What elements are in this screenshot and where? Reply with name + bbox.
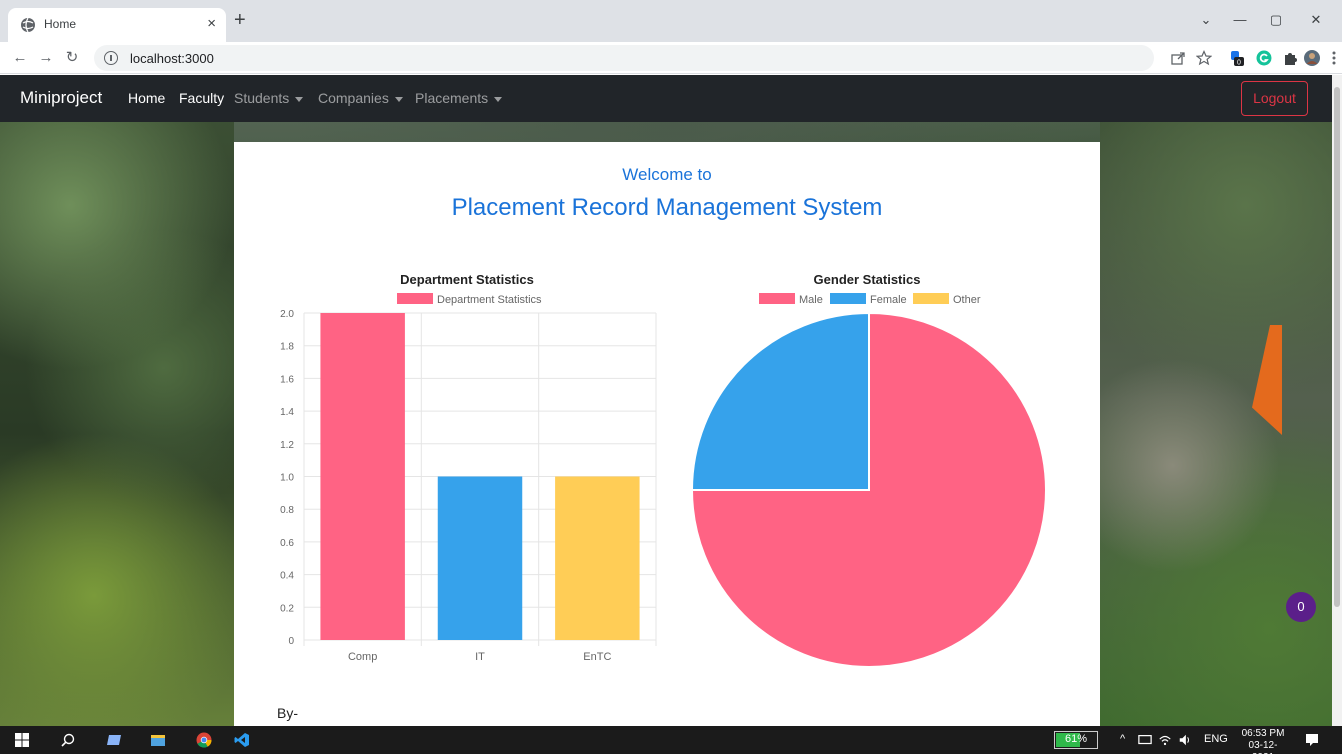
scrollbar-thumb[interactable]: [1334, 87, 1340, 607]
windows-taskbar: 61% ^ ENG 06:53 PM 03-12-2021: [0, 726, 1342, 754]
language-indicator[interactable]: ENG: [1204, 733, 1228, 745]
bar-chart-title: Department Statistics: [400, 272, 534, 287]
caret-down-icon: [295, 96, 304, 102]
legend-swatch: [759, 293, 795, 304]
nav-dropdown-companies[interactable]: Companies: [318, 90, 403, 106]
puzzle-icon[interactable]: [1282, 50, 1298, 66]
site-info-icon[interactable]: [104, 51, 118, 65]
y-tick-label: 1.4: [280, 407, 294, 418]
legend-label: Other: [953, 294, 981, 306]
page-scrollbar[interactable]: [1332, 75, 1342, 726]
pie-chart-title: Gender Statistics: [813, 272, 921, 287]
nav-link-faculty[interactable]: Faculty: [179, 90, 224, 106]
globe-icon: [21, 17, 35, 33]
vscode-icon[interactable]: [234, 732, 250, 748]
campus-background-left: [0, 75, 234, 726]
address-bar[interactable]: localhost:3000: [94, 45, 1154, 71]
pie-slice-female: [690, 311, 870, 491]
logout-button[interactable]: Logout: [1241, 81, 1308, 116]
share-icon[interactable]: [1170, 50, 1186, 66]
department-bar-chart: Department Statistics 2.0 1.8 1.6 1.4 1.2 1.0 0…: [280, 293, 657, 663]
chrome-icon[interactable]: [196, 732, 212, 748]
file-explorer-icon[interactable]: [150, 732, 166, 748]
nav-link-home[interactable]: Home: [128, 90, 165, 106]
system-clock[interactable]: 06:53 PM 03-12-2021: [1238, 728, 1288, 754]
windows-start-icon[interactable]: [14, 732, 30, 748]
battery-indicator[interactable]: 61%: [1054, 731, 1098, 749]
extension-icon[interactable]: 0: [1228, 50, 1244, 66]
caret-down-icon: [494, 96, 503, 102]
legend-label: Female: [870, 294, 907, 306]
y-tick-label: 1.2: [280, 440, 294, 451]
legend-swatch: [830, 293, 866, 304]
legend-label: Department Statistics: [437, 294, 542, 306]
extension-badge: 0: [1237, 60, 1241, 67]
bar-entc: [555, 476, 640, 640]
legend-swatch: [397, 293, 433, 304]
x-tick-label: Comp: [348, 651, 377, 663]
dashboard-card: Welcome to Placement Record Management S…: [234, 142, 1100, 726]
tab-search-icon[interactable]: ⌄: [1196, 10, 1216, 30]
wifi-icon[interactable]: [1158, 733, 1172, 747]
clock-time: 06:53 PM: [1241, 728, 1285, 739]
navbar-brand[interactable]: Miniproject: [20, 88, 102, 108]
star-icon[interactable]: [1196, 50, 1212, 66]
tab-title: Home: [44, 17, 77, 31]
legend-label: Male: [799, 294, 823, 306]
y-tick-label: 0.4: [280, 571, 294, 582]
caret-down-icon: [394, 96, 403, 102]
nav-dropdown-placements[interactable]: Placements: [415, 90, 503, 106]
author-label: By-: [277, 705, 298, 721]
page-title: Placement Record Management System: [451, 194, 883, 221]
url-text: localhost:3000: [130, 51, 214, 66]
reload-button[interactable]: ↻: [62, 48, 82, 68]
back-button[interactable]: ←: [10, 48, 30, 68]
volume-icon[interactable]: [1178, 733, 1192, 747]
bar-it: [437, 476, 523, 640]
profile-avatar[interactable]: [1304, 50, 1320, 66]
x-tick-label: IT: [475, 651, 485, 663]
clock-date: 03-12-2021: [1248, 740, 1278, 754]
notification-icon[interactable]: [1304, 732, 1320, 748]
close-window-button[interactable]: ✕: [1306, 10, 1326, 30]
grammarly-icon[interactable]: [1256, 50, 1272, 66]
web-page: Miniproject Home Faculty Students Compan…: [0, 75, 1342, 726]
tab-strip: Home × + ⌄ — ▢ ✕: [0, 0, 1342, 42]
x-tick-label: EnTC: [583, 651, 611, 663]
top-navbar: Miniproject Home Faculty Students Compan…: [0, 75, 1342, 122]
nav-dropdown-students[interactable]: Students: [234, 90, 304, 106]
y-tick-label: 1.0: [280, 473, 294, 484]
nav-dropdown-label: Placements: [415, 90, 489, 106]
chat-widget-button[interactable]: 0: [1286, 592, 1316, 622]
browser-toolbar: ← → ↻ localhost:3000 0: [0, 42, 1342, 74]
new-tab-button[interactable]: +: [234, 10, 246, 30]
y-tick-label: 0.6: [280, 538, 294, 549]
nav-dropdown-label: Students: [234, 90, 290, 106]
gender-pie-chart: Male Female Other: [690, 293, 1047, 668]
welcome-text: Welcome to: [622, 165, 712, 184]
battery-percent: 61%: [1064, 733, 1088, 745]
task-view-icon[interactable]: [106, 732, 122, 748]
campus-background-right: [1100, 75, 1342, 726]
y-tick-label: 1.6: [280, 374, 294, 385]
y-tick-label: 0: [288, 636, 294, 647]
y-tick-label: 1.8: [280, 342, 294, 353]
legend-swatch: [913, 293, 949, 304]
forward-button[interactable]: →: [36, 48, 56, 68]
restore-button[interactable]: ▢: [1266, 10, 1286, 30]
minimize-button[interactable]: —: [1230, 10, 1250, 30]
tray-expand-icon[interactable]: ^: [1120, 733, 1125, 745]
browser-window: Home × + ⌄ — ▢ ✕ ← → ↻ localhost:3000 0: [0, 0, 1342, 726]
bar-comp: [320, 313, 405, 640]
y-tick-label: 0.8: [280, 505, 294, 516]
menu-icon[interactable]: [1326, 50, 1342, 66]
y-tick-label: 2.0: [280, 309, 294, 320]
search-icon[interactable]: [60, 732, 76, 748]
tab-home[interactable]: Home ×: [8, 8, 226, 42]
display-icon[interactable]: [1138, 733, 1152, 747]
y-tick-label: 0.2: [280, 603, 294, 614]
nav-dropdown-label: Companies: [318, 90, 389, 106]
close-tab-icon[interactable]: ×: [207, 14, 216, 34]
